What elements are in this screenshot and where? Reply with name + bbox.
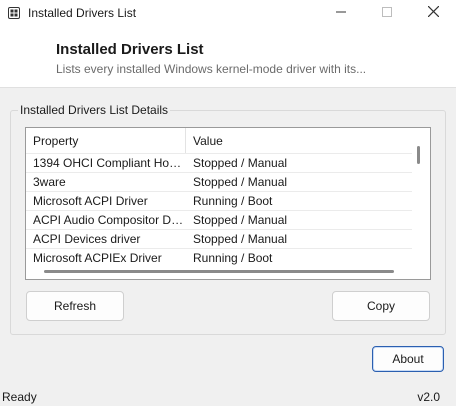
refresh-button[interactable]: Refresh: [26, 291, 124, 321]
row-property: ACPI Devices driver: [33, 232, 141, 246]
page-title: Installed Drivers List: [56, 41, 204, 58]
list-header: Property Value: [26, 128, 430, 154]
status-bar: Ready v2.0: [0, 388, 456, 406]
row-value: Stopped / Manual: [193, 232, 288, 246]
about-button[interactable]: About: [372, 346, 444, 372]
maximize-button[interactable]: [364, 0, 410, 26]
drivers-list-view[interactable]: Property Value 1394 OHCI Compliant Host …: [25, 127, 431, 280]
row-value: Running / Boot: [193, 194, 273, 208]
window-title: Installed Drivers List: [28, 6, 137, 20]
table-row[interactable]: 1394 OHCI Compliant Host Controller Stop…: [26, 153, 412, 172]
table-row[interactable]: ACPI Devices driver Stopped / Manual: [26, 229, 412, 248]
table-row[interactable]: ACPI Audio Compositor Driver Stopped / M…: [26, 210, 412, 229]
close-icon: [427, 5, 439, 20]
table-row[interactable]: 3ware Stopped / Manual: [26, 172, 412, 191]
column-header-property[interactable]: Property: [26, 128, 186, 154]
horizontal-scrollbar[interactable]: [44, 270, 394, 273]
row-value: Stopped / Manual: [193, 175, 288, 189]
minimize-button[interactable]: [318, 0, 364, 26]
copy-button[interactable]: Copy: [332, 291, 430, 321]
list-rows: 1394 OHCI Compliant Host Controller Stop…: [26, 153, 412, 267]
row-value: Stopped / Manual: [193, 156, 288, 170]
row-property: 3ware: [33, 175, 66, 189]
row-property: 1394 OHCI Compliant Host Controller: [33, 156, 186, 170]
table-row[interactable]: Microsoft ACPI Driver Running / Boot: [26, 191, 412, 210]
minimize-icon: [336, 6, 346, 20]
app-window-icon: [8, 7, 20, 19]
close-button[interactable]: [410, 0, 456, 26]
page-subtitle: Lists every installed Windows kernel-mod…: [56, 62, 367, 76]
column-header-value[interactable]: Value: [186, 128, 412, 154]
header-panel: Installed Drivers List Lists every insta…: [0, 26, 456, 88]
vertical-scrollbar[interactable]: [417, 146, 420, 164]
version-label: v2.0: [417, 390, 440, 404]
details-group-label: Installed Drivers List Details: [18, 103, 171, 117]
row-property: Microsoft ACPI Driver: [33, 194, 148, 208]
maximize-icon: [382, 6, 392, 20]
table-row[interactable]: Microsoft ACPIEx Driver Running / Boot: [26, 248, 412, 267]
status-text: Ready: [2, 390, 37, 404]
row-value: Stopped / Manual: [193, 213, 288, 227]
row-property: ACPI Audio Compositor Driver: [33, 213, 186, 227]
row-property: Microsoft ACPIEx Driver: [33, 251, 162, 265]
title-bar[interactable]: Installed Drivers List: [0, 0, 456, 26]
row-value: Running / Boot: [193, 251, 273, 265]
